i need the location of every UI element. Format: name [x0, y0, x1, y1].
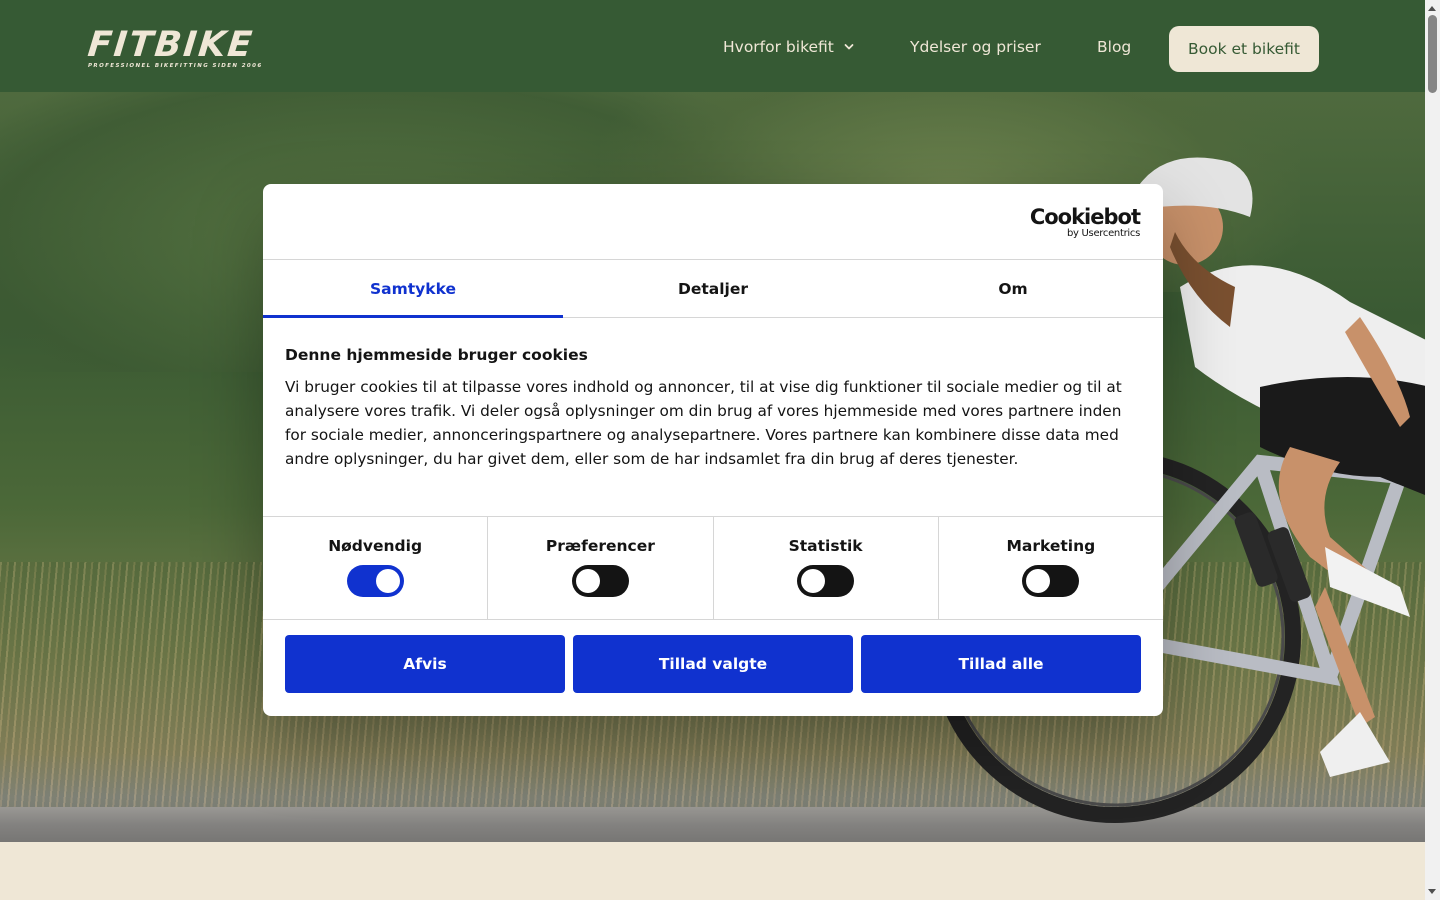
- cookiebot-wordmark: Cookiebot: [1029, 205, 1141, 229]
- page-scrollbar[interactable]: [1425, 0, 1440, 900]
- category-label: Præferencer: [545, 537, 655, 555]
- scroll-up-arrow-icon[interactable]: [1428, 6, 1436, 11]
- dialog-body: Denne hjemmeside bruger cookies Vi bruge…: [263, 318, 1163, 516]
- scroll-down-arrow-icon[interactable]: [1428, 889, 1436, 894]
- tab-details[interactable]: Detaljer: [563, 260, 863, 317]
- tab-consent[interactable]: Samtykke: [263, 260, 563, 318]
- consent-categories: Nødvendig Præferencer Statistik Marketin…: [263, 516, 1163, 620]
- toggle-knob: [375, 569, 400, 593]
- fitbike-logo[interactable]: FITBIKE PROFESSIONEL BIKEFITTING SIDEN 2…: [85, 25, 288, 70]
- cookiebot-logo: Cookiebot by Usercentrics: [1029, 205, 1141, 239]
- category-preferences: Præferencer: [488, 517, 714, 619]
- nav-item-label: Hvorfor bikefit: [723, 38, 834, 56]
- category-marketing: Marketing: [939, 517, 1163, 619]
- dialog-header: Cookiebot by Usercentrics: [263, 184, 1163, 260]
- dialog-title: Denne hjemmeside bruger cookies: [285, 346, 588, 364]
- nav-item-why-bikefit[interactable]: Hvorfor bikefit: [723, 38, 854, 56]
- site-header: FITBIKE PROFESSIONEL BIKEFITTING SIDEN 2…: [0, 0, 1425, 92]
- marketing-toggle[interactable]: [1022, 565, 1080, 597]
- category-label: Marketing: [1006, 537, 1096, 555]
- category-label: Statistik: [788, 537, 863, 555]
- nav-item-label: Blog: [1097, 38, 1132, 56]
- toggle-knob: [801, 569, 826, 593]
- deny-button[interactable]: Afvis: [285, 635, 565, 693]
- toggle-knob: [575, 569, 600, 593]
- allow-all-button[interactable]: Tillad alle: [861, 635, 1141, 693]
- cookiebot-byline: by Usercentrics: [1066, 228, 1140, 239]
- category-necessary: Nødvendig: [263, 517, 489, 619]
- tab-about[interactable]: Om: [863, 260, 1163, 317]
- nav-item-label: Ydelser og priser: [910, 38, 1041, 56]
- allow-selected-button[interactable]: Tillad valgte: [573, 635, 853, 693]
- necessary-toggle[interactable]: [346, 565, 404, 597]
- cookie-consent-dialog: Cookiebot by Usercentrics Samtykke Detal…: [263, 184, 1163, 716]
- book-bikefit-button[interactable]: Book et bikefit: [1169, 26, 1319, 72]
- scroll-thumb[interactable]: [1428, 15, 1437, 93]
- preferences-toggle[interactable]: [571, 565, 629, 597]
- logo-wordmark: FITBIKE: [85, 25, 256, 65]
- dialog-actions: Afvis Tillad valgte Tillad alle: [263, 620, 1163, 693]
- nav-item-blog[interactable]: Blog: [1097, 38, 1131, 56]
- statistics-toggle[interactable]: [797, 565, 855, 597]
- toggle-knob: [1026, 569, 1051, 593]
- category-statistics: Statistik: [714, 517, 939, 619]
- chevron-down-icon: [844, 44, 854, 50]
- dialog-description: Vi bruger cookies til at tilpasse vores …: [285, 378, 1122, 468]
- dialog-tabs: Samtykke Detaljer Om: [263, 260, 1163, 318]
- nav-item-services-prices[interactable]: Ydelser og priser: [910, 38, 1041, 56]
- category-label: Nødvendig: [328, 537, 423, 555]
